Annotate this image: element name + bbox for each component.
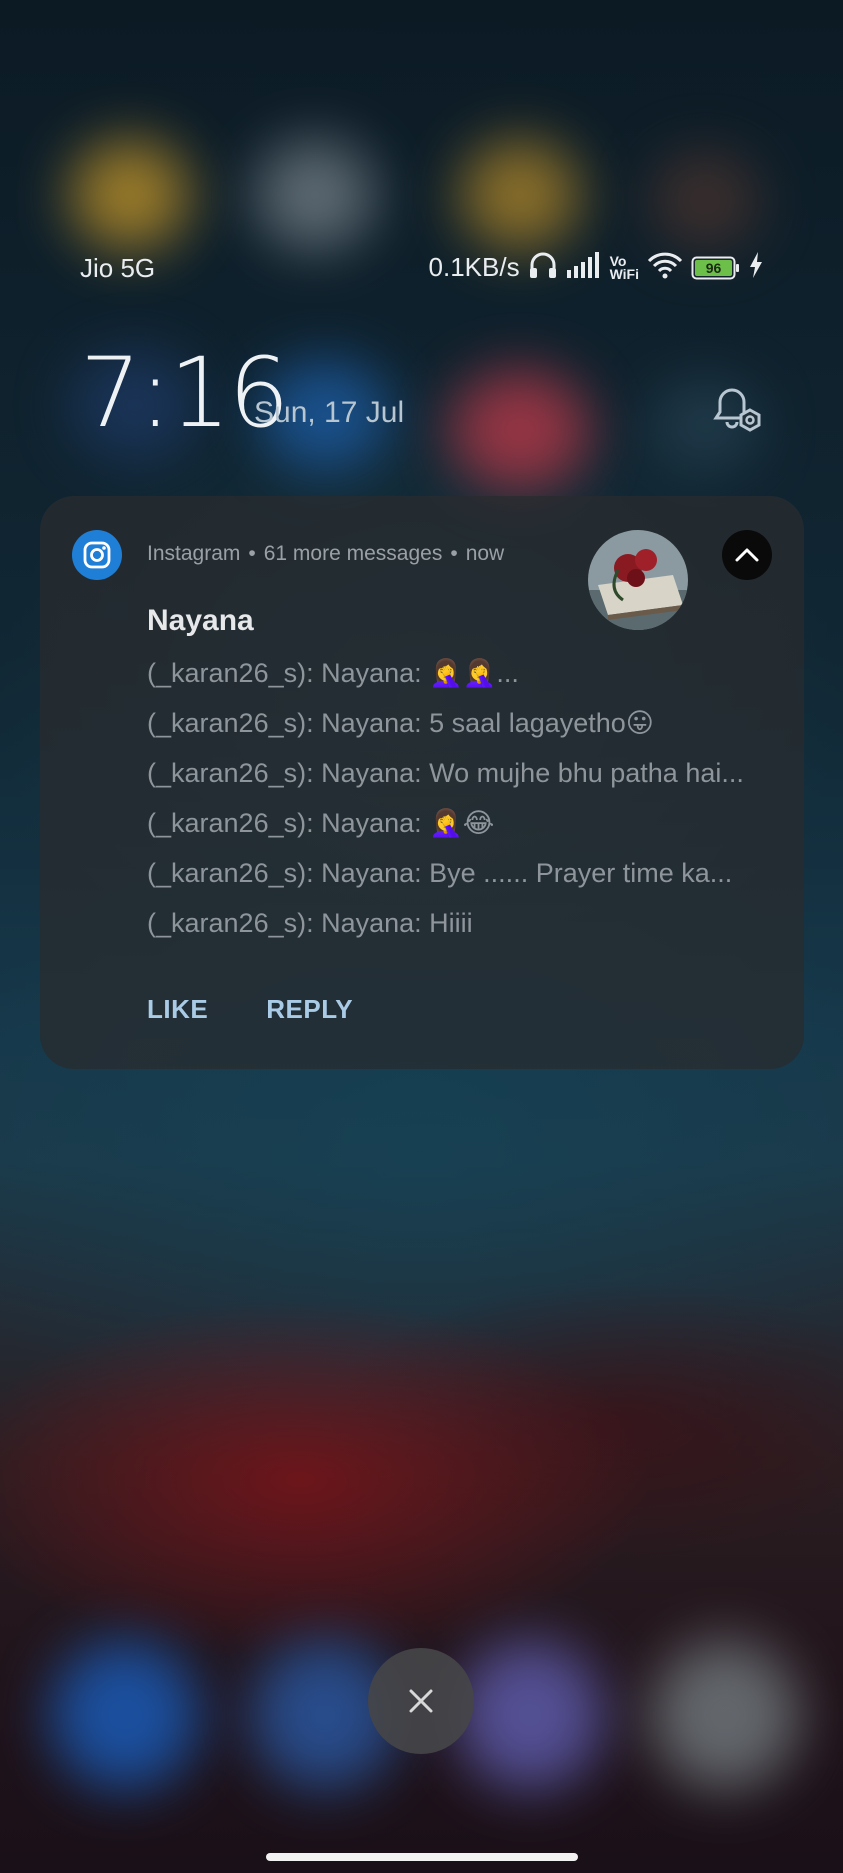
status-icons: 0.1KB/s Vo WiFi 96 <box>429 251 763 284</box>
blurred-app-icon <box>650 150 760 250</box>
close-icon <box>409 1689 433 1713</box>
wifi-icon <box>647 251 683 284</box>
list-item: (_karan26_s): Nayana: Bye ...... Prayer … <box>147 858 733 888</box>
list-item: (_karan26_s): Nayana: Hiiii <box>147 908 473 938</box>
reply-button[interactable]: REPLY <box>266 994 353 1025</box>
avatar <box>588 530 688 630</box>
blurred-app-icon <box>255 140 375 250</box>
more-messages-count: 61 more messages <box>263 542 443 565</box>
headphones-icon <box>528 251 558 284</box>
list-item: (_karan26_s): Nayana: Wo mujhe bhu patha… <box>147 758 744 788</box>
notification-meta: Instagram • 61 more messages • now <box>147 542 505 565</box>
blurred-dock-icon <box>650 1640 800 1790</box>
collapse-button[interactable] <box>722 530 772 580</box>
blurred-app-icon <box>460 140 580 250</box>
clear-notifications-button[interactable] <box>368 1648 474 1754</box>
lockscreen-clock: 7:16 Sun, 17 Jul <box>80 338 770 448</box>
chevron-up-icon <box>735 548 759 562</box>
clock-time: 7:16 <box>80 337 290 449</box>
instagram-icon <box>72 530 122 580</box>
carrier-label: Jio 5G <box>80 253 156 283</box>
list-item: (_karan26_s): Nayana: 🤦‍♀️🤦‍♀️... <box>147 658 519 688</box>
status-bar: Jio 5G 0.1KB/s Vo WiFi 96 <box>0 245 843 289</box>
sender-name: Nayana <box>147 604 254 637</box>
home-indicator[interactable] <box>266 1853 578 1861</box>
vowifi-icon: Vo WiFi <box>609 252 639 282</box>
battery-icon: 96 <box>691 256 741 280</box>
network-speed: 0.1KB/s <box>428 252 520 282</box>
notification-actions: LIKE REPLY <box>147 994 353 1025</box>
battery-level: 96 <box>705 259 722 276</box>
list-item: (_karan26_s): Nayana: 5 saal lagayetho😛 <box>147 708 654 738</box>
notification-settings-icon[interactable] <box>708 384 764 441</box>
app-name: Instagram <box>147 542 241 565</box>
notification-time: now <box>465 542 505 565</box>
blurred-dock-icon <box>455 1640 605 1790</box>
list-item: (_karan26_s): Nayana: 🤦‍♀️😂 <box>147 808 495 838</box>
message-list: (_karan26_s): Nayana: 🤦‍♀️🤦‍♀️... (_kara… <box>147 658 777 958</box>
notification-card[interactable]: Instagram • 61 more messages • now Nayana (_… <box>40 496 804 1069</box>
charging-icon <box>749 252 763 283</box>
blurred-dock-icon <box>50 1640 200 1790</box>
like-button[interactable]: LIKE <box>147 994 208 1025</box>
signal-icon <box>566 252 602 283</box>
blurred-app-icon <box>70 140 190 250</box>
clock-date: Sun, 17 Jul <box>254 396 405 429</box>
